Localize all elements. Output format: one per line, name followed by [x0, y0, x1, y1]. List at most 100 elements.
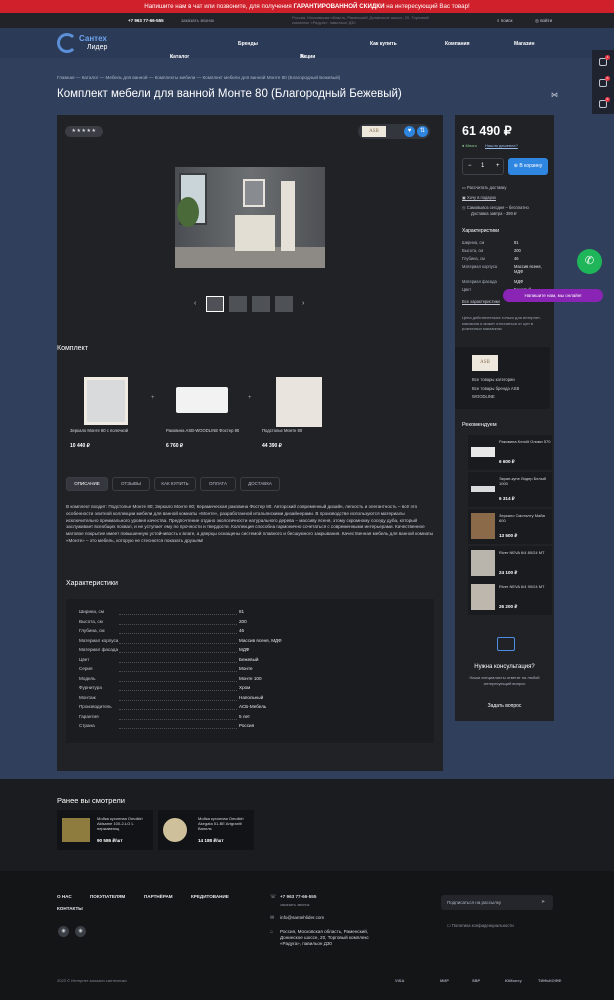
- recommended-item[interactable]: River NEVA 6/4 90/24 МТ 26 200 ₽: [468, 580, 552, 615]
- spec-value: АСБ-Мебель: [239, 704, 267, 709]
- calc-delivery-link[interactable]: ▭ Рассчитать доставку: [462, 185, 506, 190]
- line-label: Самовывоз сегодня – бесплатно: [466, 205, 529, 210]
- spec-row: Высота, см 200: [79, 619, 419, 629]
- header-address: Россия, Московская область, Раменский, Д…: [292, 15, 429, 25]
- nav-company[interactable]: Компания: [445, 41, 470, 47]
- footer-email[interactable]: info@santehlider.com: [280, 915, 324, 921]
- vk-icon[interactable]: ◉: [75, 926, 86, 937]
- product-main-image[interactable]: [175, 167, 325, 268]
- quantity-value[interactable]: 1: [481, 163, 484, 169]
- recommended-name: Раковина Kerolit Олимп 570: [499, 439, 551, 444]
- footer-address: Россия, Московская область, Раменский, Д…: [280, 929, 369, 946]
- thumbnail[interactable]: [206, 296, 224, 312]
- quantity-stepper[interactable]: − 1 +: [462, 158, 504, 175]
- recommended-name: Зеркало Смоталту Майа 600: [499, 513, 545, 523]
- gift-link[interactable]: ▣ Хочу в подарок: [462, 195, 496, 200]
- callback-link[interactable]: заказать звонок: [181, 18, 214, 23]
- favorite-button[interactable]: ♥: [404, 126, 415, 137]
- share-icon[interactable]: ⋈: [551, 91, 558, 99]
- send-icon[interactable]: ➤: [541, 899, 545, 905]
- add-to-cart-button[interactable]: ⊕ В корзину: [508, 158, 548, 175]
- line-label: Хочу в подарок: [467, 195, 496, 200]
- right-action-bar: 1 0 0: [592, 50, 614, 114]
- thumbnail[interactable]: [229, 296, 247, 312]
- header-phone[interactable]: +7 963 77-66-555: [128, 18, 164, 23]
- recommended-item[interactable]: Зеркало Смоталту Майа 600 13 500 ₽: [468, 509, 552, 544]
- side-spec: Ширина, см 81: [462, 240, 548, 246]
- logo-line1: Сантех: [79, 34, 107, 43]
- found-cheaper-link[interactable]: Нашли дешевле?: [485, 143, 518, 148]
- price-note: Цена действительна только для интернет-м…: [462, 315, 542, 331]
- tab-description[interactable]: ОПИСАНИЕ: [66, 477, 108, 491]
- ask-question-button[interactable]: Задать вопрос: [455, 703, 554, 709]
- recommended-item[interactable]: River NEVA 6/4 80/24 МТ 24 100 ₽: [468, 546, 552, 581]
- recommended-name: Экран-купе Лидер Белый 1000: [499, 476, 546, 486]
- promo-banner: Напишите нам в чат или позвоните, для по…: [0, 0, 614, 13]
- phone-icon: ☏: [270, 894, 277, 900]
- line-label: Рассчитать доставку: [467, 185, 507, 190]
- chat-popup[interactable]: Напишите нам, мы онлайн!: [503, 289, 603, 302]
- spec-key: Модель: [79, 675, 96, 681]
- kit-item[interactable]: Подстолье Монте 80 44 390 ₽: [262, 375, 336, 449]
- recent-title: Ранее вы смотрели: [57, 796, 125, 805]
- breadcrumb[interactable]: Главная — Каталог — Мебель для ванной — …: [57, 75, 340, 80]
- next-arrow-icon[interactable]: ›: [302, 300, 304, 307]
- all-specs-link[interactable]: Все характеристики: [462, 299, 500, 304]
- tab-delivery[interactable]: ДОСТАВКА: [240, 477, 280, 491]
- minus-icon[interactable]: −: [468, 163, 472, 169]
- cart-count: 1: [605, 55, 610, 60]
- thumbnail[interactable]: [275, 296, 293, 312]
- footer: О НАС ПОКУПАТЕЛЯМ ПАРТНЁРАМ КРЕДИТОВАНИЕ…: [0, 871, 614, 1000]
- spec-dots: [119, 718, 237, 720]
- prev-arrow-icon[interactable]: ‹: [194, 300, 196, 307]
- nav-label: Каталог: [170, 54, 190, 60]
- privacy-link[interactable]: ☐ Политика конфиденциальности: [447, 923, 514, 928]
- spec-key: Материал корпуса: [79, 637, 119, 643]
- spec-key: Производитель: [79, 704, 112, 709]
- top-bar: +7 963 77-66-555 заказать звонок Россия,…: [0, 13, 614, 28]
- spec-dots: [119, 633, 237, 634]
- footer-link-partners[interactable]: ПАРТНЁРАМ: [144, 894, 173, 899]
- footer-link-contacts[interactable]: КОНТАКТЫ: [57, 906, 83, 911]
- brand-logo-small[interactable]: ASB: [362, 126, 386, 137]
- nav-how-to-buy[interactable]: Как купить: [370, 41, 397, 47]
- kit-item-price: 44 390 ₽: [262, 443, 282, 449]
- brand-card[interactable]: ASB Все товары категории Все товары брен…: [455, 347, 550, 409]
- whatsapp-icon[interactable]: ✆: [577, 249, 602, 274]
- recommended-item[interactable]: Экран-купе Лидер Белый 1000 6 314 ₽: [468, 472, 552, 507]
- brand-name-link[interactable]: WOODLINE: [472, 394, 495, 399]
- tab-reviews[interactable]: ОТЗЫВЫ: [112, 477, 150, 491]
- login-link[interactable]: ◎ войти: [535, 18, 552, 24]
- site-logo[interactable]: Сантех Лидер: [57, 31, 117, 55]
- thumbnail[interactable]: [252, 296, 270, 312]
- tab-how-to-buy[interactable]: КАК КУПИТЬ: [154, 477, 196, 491]
- kit-item[interactable]: Зеркало Монте 80 с полочкой 10 440 ₽: [70, 375, 144, 449]
- footer-callback[interactable]: заказать звонок: [280, 902, 309, 908]
- nav-brands[interactable]: Бренды: [238, 41, 258, 47]
- plus-icon[interactable]: +: [496, 163, 500, 169]
- tab-payment[interactable]: ОПЛАТА: [200, 477, 236, 491]
- spec-key: Глубина, см: [79, 628, 105, 633]
- kit-item[interactable]: Раковина ASB-WOODLINE Фостер 80 6 760 ₽: [166, 375, 240, 449]
- compare-button[interactable]: ⇅: [417, 126, 428, 137]
- brand-category-link[interactable]: Все товары категории: [472, 377, 515, 382]
- side-spec-key: Материал корпуса: [462, 264, 498, 269]
- recent-item[interactable]: Мойка кухонная Omoikiri Akegata 51-BE Ar…: [158, 810, 254, 850]
- location-icon: ⌂: [270, 929, 274, 935]
- brand-all-link[interactable]: Все товары бренда ASB: [472, 386, 519, 391]
- subscribe-input[interactable]: Подписаться на рассылку: [441, 895, 553, 910]
- telegram-icon[interactable]: ◉: [58, 926, 69, 937]
- footer-link-credit[interactable]: КРЕДИТОВАНИЕ: [191, 894, 229, 899]
- search-link[interactable]: ⌕ поиск: [497, 18, 512, 23]
- rating-stars[interactable]: ★★★★★: [65, 126, 103, 137]
- spec-key: Серия: [79, 666, 93, 671]
- footer-phone[interactable]: +7 963 77-66-555: [280, 894, 316, 900]
- footer-link-buyers[interactable]: ПОКУПАТЕЛЯМ: [90, 894, 125, 899]
- promo-text: Напишите нам в чат или позвоните, для по…: [144, 3, 294, 10]
- footer-link-about[interactable]: О НАС: [57, 894, 72, 899]
- favorites-count: 0: [605, 76, 610, 81]
- nav-shop[interactable]: Магазин: [514, 41, 535, 47]
- recent-item[interactable]: Мойка кухонная Omoikiri Akisame 100-2-LG…: [57, 810, 153, 850]
- recommended-item[interactable]: Раковина Kerolit Олимп 570 6 600 ₽: [468, 435, 552, 470]
- tinkoff-icon: ТИНЬКОФФ: [538, 978, 562, 983]
